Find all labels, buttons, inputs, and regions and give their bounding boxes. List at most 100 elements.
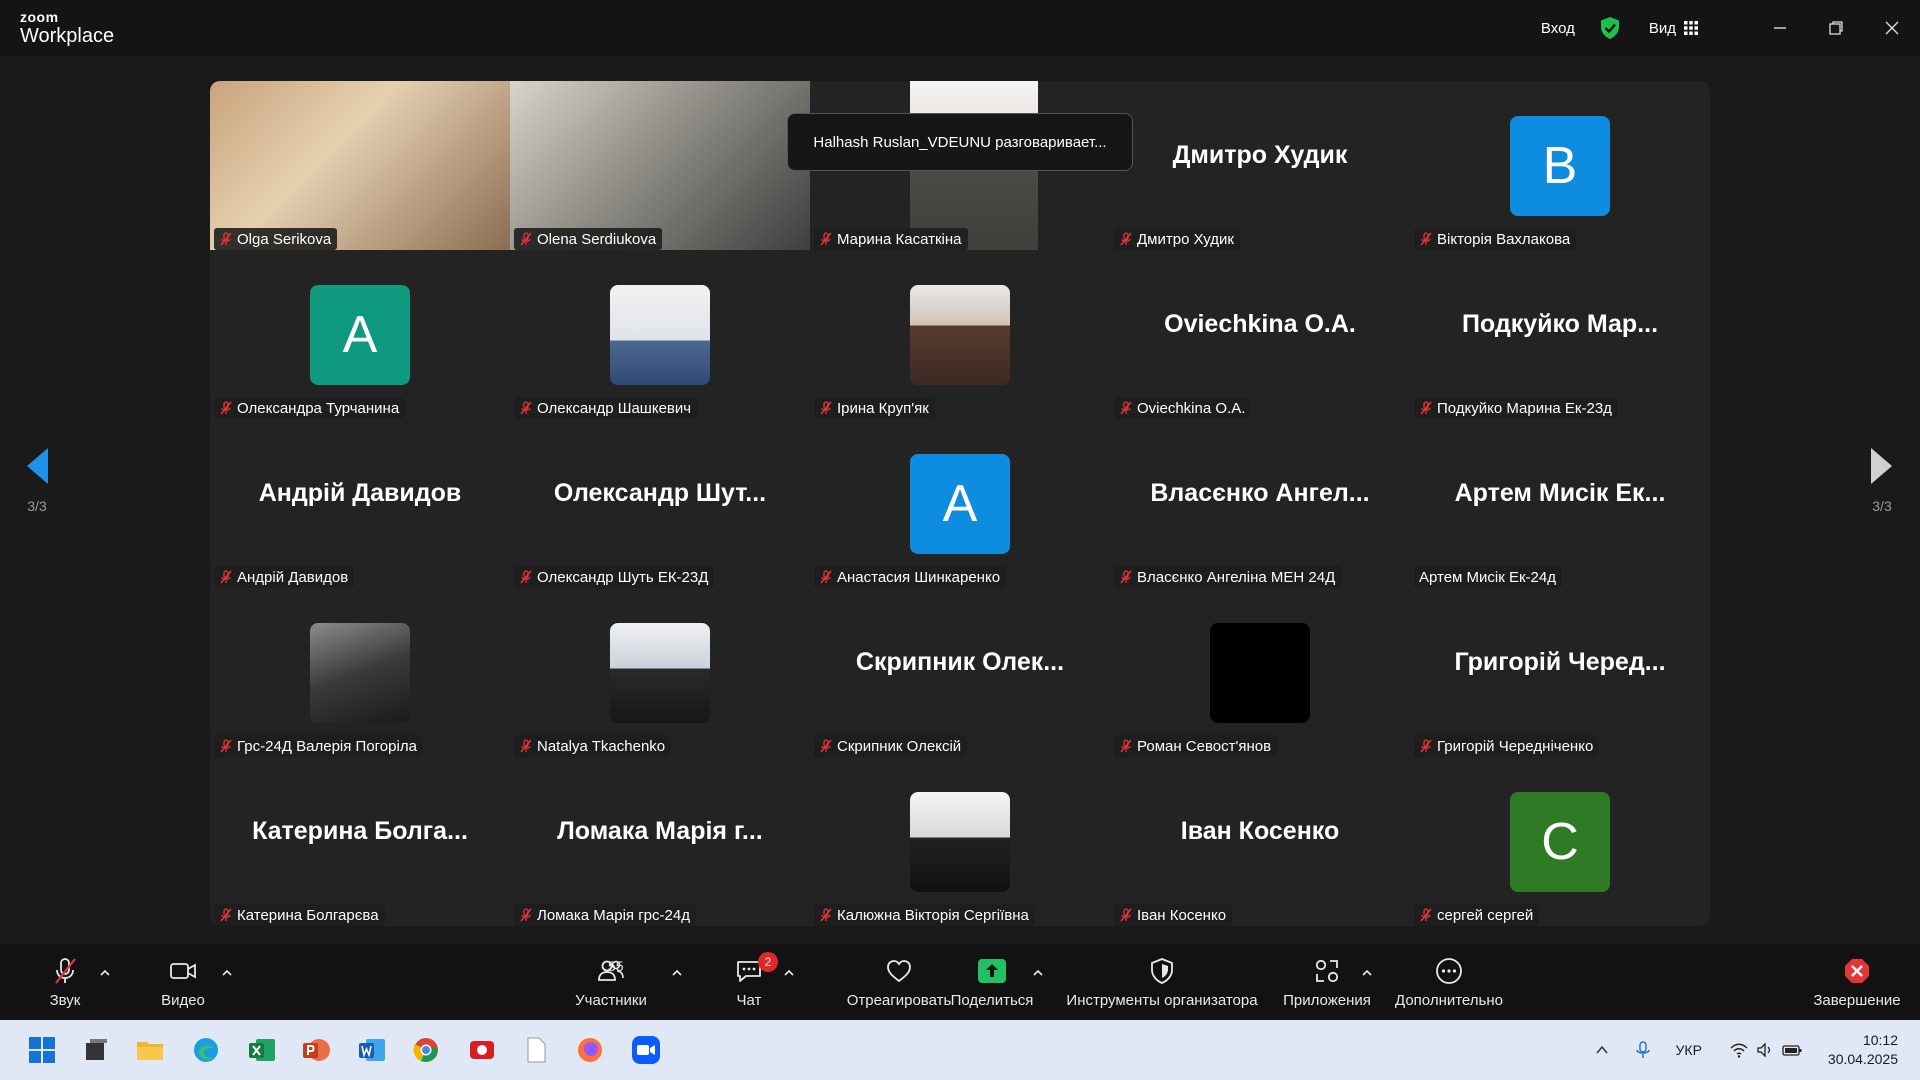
audio-options-caret-icon[interactable] (98, 966, 112, 980)
participant-photo (910, 792, 1010, 892)
participants-options-caret-icon[interactable] (670, 966, 684, 980)
participant-tile[interactable]: Olena Serdiukova (510, 81, 810, 250)
participant-avatar: А (910, 454, 1010, 554)
share-options-caret-icon[interactable] (1031, 966, 1045, 980)
muted-mic-icon (520, 232, 532, 246)
next-page-button[interactable]: 3/3 (1862, 446, 1902, 514)
task-view-button[interactable] (76, 1030, 116, 1070)
participant-name: Роман Севост'янов (1137, 737, 1272, 755)
chat-options-caret-icon[interactable] (782, 966, 796, 980)
participant-tile[interactable]: Подкуйко Мар... Подкуйко Марина Ек-23д (1410, 250, 1710, 419)
participant-tile[interactable]: А Олександра Турчанина (210, 250, 510, 419)
audio-button[interactable]: Звук (36, 954, 94, 1009)
participant-tile[interactable]: Скрипник Олек... Скрипник Олексій (810, 588, 1110, 757)
muted-mic-icon (220, 908, 232, 922)
title-bar: zoom Workplace Вход Вид (0, 0, 1920, 56)
chrome-button[interactable] (406, 1030, 446, 1070)
video-options-caret-icon[interactable] (220, 966, 234, 980)
participant-tile[interactable]: Natalya Tkachenko (510, 588, 810, 757)
chat-button[interactable]: 2 Чат (726, 952, 778, 1009)
participant-tile[interactable]: Григорій Черед... Григорій Чередніченко (1410, 588, 1710, 757)
participant-name: Катерина Болгарєва (237, 906, 379, 924)
more-ellipsis-icon (1436, 958, 1462, 984)
participant-tile[interactable]: Ссергей сергей (1410, 757, 1710, 926)
edge-browser-button[interactable] (186, 1030, 226, 1070)
participant-tile[interactable]: В Вікторія Вахлакова (1410, 81, 1710, 250)
apps-options-caret-icon[interactable] (1360, 966, 1374, 980)
wifi-icon[interactable] (1730, 1041, 1748, 1059)
participant-tile[interactable]: Ірина Круп'як (810, 250, 1110, 419)
participant-tile[interactable]: Дмитро Худик Дмитро Худик (1110, 81, 1410, 250)
participants-button[interactable]: 55 Участники (570, 954, 652, 1009)
participant-tile[interactable]: Власєнко Ангел... Власєнко Ангеліна МЕН 2… (1110, 419, 1410, 588)
clock[interactable]: 10:12 30.04.2025 (1828, 1031, 1898, 1069)
view-button[interactable]: Вид (1649, 20, 1698, 37)
apps-button[interactable]: Приложения (1280, 954, 1374, 1009)
start-button[interactable] (22, 1030, 62, 1070)
volume-icon[interactable] (1756, 1041, 1774, 1059)
video-button[interactable]: Видео (152, 954, 214, 1009)
participant-display-name: Григорій Черед... (1454, 648, 1666, 676)
powerpoint-icon (303, 1039, 330, 1061)
more-button[interactable]: Дополнительно (1390, 954, 1508, 1009)
participant-name-label: Ломака Марія грс-24д (514, 904, 696, 926)
firefox-button[interactable] (570, 1030, 610, 1070)
participant-tile[interactable]: Грс-24Д Валерія Погоріла (210, 588, 510, 757)
participant-name: Ломака Марія грс-24д (537, 906, 690, 924)
document-icon (527, 1037, 546, 1063)
excel-button[interactable] (242, 1030, 282, 1070)
language-indicator[interactable]: УКР (1676, 1042, 1702, 1058)
participant-tile[interactable]: Olga Serikova (210, 81, 510, 250)
speaking-notification: Halhash Ruslan_VDEUNU разговаривает... (787, 113, 1133, 171)
participant-tile[interactable]: А Анастасия Шинкаренко (810, 419, 1110, 588)
zoom-app-icon (632, 1036, 660, 1064)
participant-name: Грс-24Д Валерія Погоріла (237, 737, 417, 755)
participant-name: Подкуйко Марина Ек-23д (1437, 399, 1612, 417)
participant-display-name: Власєнко Ангел... (1150, 479, 1370, 507)
microphone-muted-icon (55, 958, 76, 984)
zoom-app-button[interactable] (626, 1030, 666, 1070)
participant-tile[interactable]: Ломака Марія г... Ломака Марія грс-24д (510, 757, 810, 926)
arrow-right-icon (1871, 448, 1892, 484)
participant-name: Олександр Шашкевич (537, 399, 692, 417)
participant-display-name: Артем Мисік Ек... (1454, 479, 1666, 507)
minimize-button[interactable] (1752, 0, 1808, 56)
muted-mic-icon (820, 739, 832, 753)
participant-tile[interactable]: Артем Мисік Ек... Артем Мисік Ек-24д (1410, 419, 1710, 588)
microphone-icon[interactable] (1634, 1041, 1652, 1059)
participant-name: Олександр Шуть ЕК-23Д (537, 568, 709, 586)
share-button[interactable]: Поделиться (950, 954, 1034, 1009)
previous-page-button[interactable]: 3/3 (17, 446, 57, 514)
muted-mic-icon (820, 401, 832, 415)
restore-icon (1829, 21, 1843, 35)
close-button[interactable] (1864, 0, 1920, 56)
chrome-icon (413, 1038, 438, 1062)
participant-name-label: Олександра Турчанина (214, 397, 406, 419)
end-meeting-button[interactable]: Завершение (1810, 954, 1904, 1009)
participant-tile[interactable]: Андрій Давидов Андрій Давидов (210, 419, 510, 588)
host-tools-button[interactable]: Инструменты организатора (1064, 954, 1260, 1009)
restore-button[interactable] (1808, 0, 1864, 56)
participant-avatar: В (1510, 116, 1610, 216)
participant-tile[interactable]: Калюжна Вікторія Сергіївна (810, 757, 1110, 926)
participant-tile[interactable]: Роман Севост'янов (1110, 588, 1410, 757)
battery-icon[interactable] (1782, 1041, 1802, 1059)
react-button[interactable]: Отреагировать (846, 954, 952, 1009)
participant-name: Артем Мисік Ек-24д (1419, 568, 1556, 586)
participant-display-name: Катерина Болга... (252, 817, 468, 845)
word-button[interactable] (352, 1030, 392, 1070)
participant-tile[interactable]: Олександр Шут... Олександр Шуть ЕК-23Д (510, 419, 810, 588)
participant-tile[interactable]: Катерина Болга... Катерина Болгарєва (210, 757, 510, 926)
participant-avatar: А (310, 285, 410, 385)
notepad-button[interactable] (516, 1030, 556, 1070)
screen-recorder-button[interactable] (462, 1030, 502, 1070)
participant-tile[interactable]: Іван Косенко Іван Косенко (1110, 757, 1410, 926)
file-explorer-button[interactable] (130, 1030, 170, 1070)
apps-label: Приложения (1283, 992, 1371, 1009)
powerpoint-button[interactable] (296, 1030, 336, 1070)
participant-tile[interactable]: Oviechkina O.A. Oviechkina O.A. (1110, 250, 1410, 419)
participant-tile[interactable]: Олександр Шашкевич (510, 250, 810, 419)
chevron-up-icon[interactable] (1594, 1042, 1610, 1058)
security-shield-icon[interactable] (1599, 16, 1621, 40)
sign-in-button[interactable]: Вход (1541, 20, 1575, 37)
